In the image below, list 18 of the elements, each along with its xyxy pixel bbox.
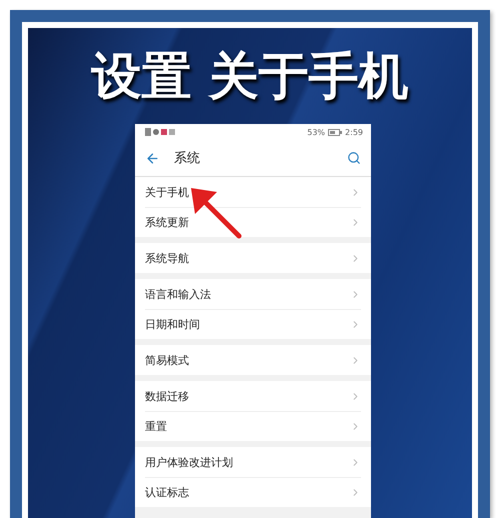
settings-item[interactable]: 语言和输入法 [135, 279, 371, 309]
search-icon[interactable] [347, 151, 361, 165]
settings-item[interactable]: 关于手机 [135, 177, 371, 207]
settings-item[interactable]: 认证标志 [135, 477, 371, 507]
clock: 2:59 [345, 128, 363, 136]
settings-item[interactable]: 系统更新 [135, 207, 371, 237]
page-title: 系统 [174, 150, 201, 167]
back-icon[interactable] [145, 150, 160, 166]
settings-item[interactable]: 数据迁移 [135, 381, 371, 411]
battery-percent: 53% [307, 128, 326, 136]
battery-icon [328, 128, 342, 136]
settings-item[interactable]: 重置 [135, 411, 371, 441]
settings-item[interactable]: 系统导航 [135, 243, 371, 273]
settings-item[interactable]: 日期和时间 [135, 309, 371, 339]
settings-item[interactable]: 用户体验改进计划 [135, 447, 371, 477]
notification-icons [145, 128, 175, 136]
settings-item[interactable]: 简易模式 [135, 345, 371, 375]
banner-title: 设置 关于手机 [91, 46, 409, 106]
